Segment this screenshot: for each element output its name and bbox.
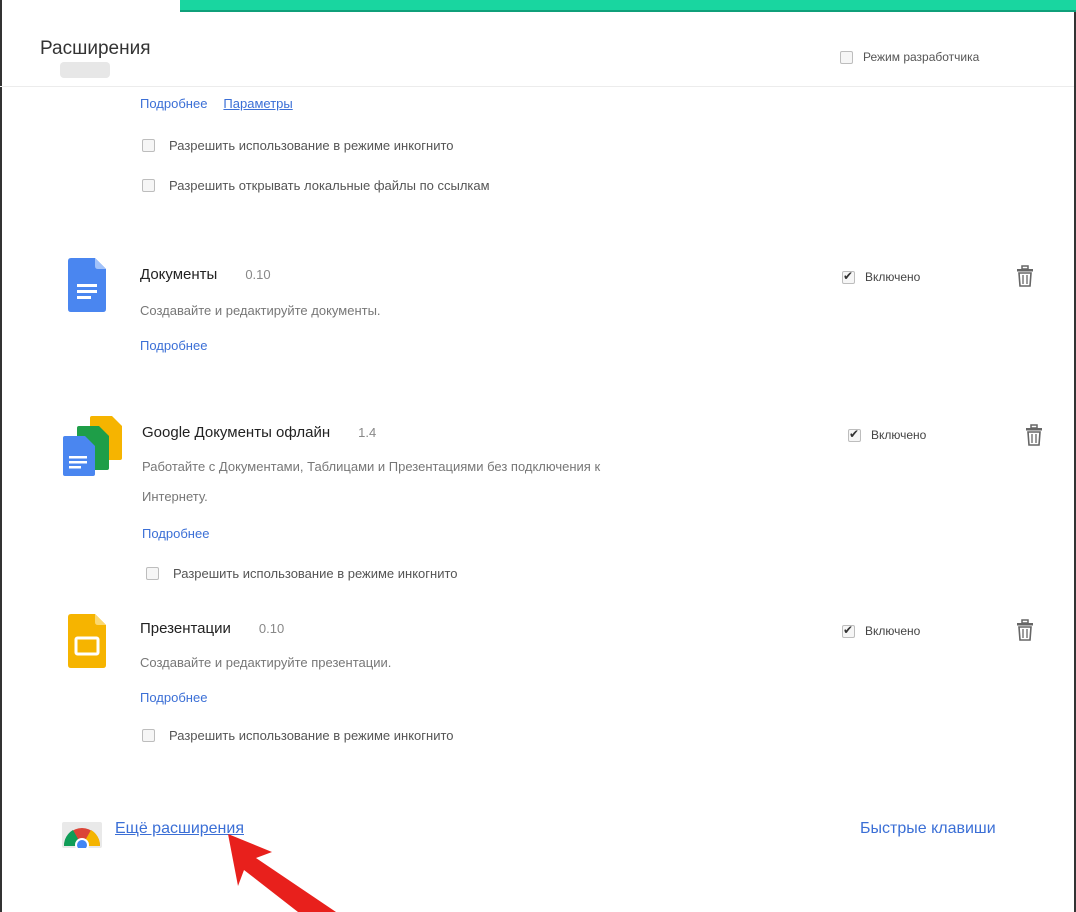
extension-description: Создавайте и редактируйте презентации. <box>140 655 392 670</box>
enabled-label: Включено <box>865 624 921 638</box>
developer-mode-toggle[interactable]: Режим разработчика <box>840 50 979 64</box>
extension-name: Google Документы офлайн <box>142 424 331 441</box>
trash-icon[interactable] <box>1015 265 1035 287</box>
extension-version: 1.4 <box>358 425 377 440</box>
extension-description: Создавайте и редактируйте документы. <box>140 303 381 318</box>
enabled-toggle-docs[interactable]: Включено <box>842 269 921 284</box>
allow-incognito-option[interactable]: Разрешить использование в режиме инкогни… <box>146 566 458 581</box>
extension-header-docs: Документы 0.10 <box>140 266 271 283</box>
extension-icon <box>60 62 110 78</box>
trash-icon[interactable] <box>1024 424 1044 446</box>
description-line: Работайте с Документами, Таблицами и Пре… <box>142 459 601 474</box>
developer-mode-label: Режим разработчика <box>863 50 980 64</box>
enabled-toggle-slides[interactable]: Включено <box>842 623 921 638</box>
developer-mode-checkbox[interactable] <box>840 50 853 64</box>
red-arrow-annotation <box>228 834 336 912</box>
allow-incognito-checkbox[interactable] <box>142 139 155 152</box>
keyboard-shortcuts-link[interactable]: Быстрые клавиши <box>860 820 996 838</box>
extension-header-slides: Презентации 0.10 <box>140 620 284 637</box>
page-title: Расширения <box>40 38 151 59</box>
allow-incognito-option[interactable]: Разрешить использование в режиме инкогни… <box>142 728 454 743</box>
extension-name: Презентации <box>140 620 231 637</box>
enabled-checkbox[interactable] <box>848 427 861 442</box>
allow-local-files-checkbox[interactable] <box>142 179 155 192</box>
enabled-checkbox[interactable] <box>842 269 855 284</box>
slides-icon <box>68 614 106 668</box>
extension-name: Документы <box>140 266 218 283</box>
extension-header-docs-offline: Google Документы офлайн 1.4 <box>142 424 376 441</box>
allow-incognito-checkbox[interactable] <box>146 567 159 580</box>
top-accent-bar <box>180 0 1076 12</box>
extension-description: Работайте с Документами, Таблицами и Пре… <box>142 452 600 512</box>
allow-local-files-label: Разрешить открывать локальные файлы по с… <box>169 178 490 193</box>
allow-incognito-label: Разрешить использование в режиме инкогни… <box>173 566 458 581</box>
trash-icon[interactable] <box>1015 619 1035 641</box>
allow-incognito-option[interactable]: Разрешить использование в режиме инкогни… <box>142 138 454 153</box>
allow-incognito-label: Разрешить использование в режиме инкогни… <box>169 138 454 153</box>
enabled-label: Включено <box>871 428 927 442</box>
top-extension-links: Подробнее Параметры <box>140 96 293 111</box>
details-link[interactable]: Подробнее <box>140 690 207 705</box>
details-link[interactable]: Подробнее <box>140 338 207 353</box>
enabled-checkbox[interactable] <box>842 623 855 638</box>
allow-incognito-label: Разрешить использование в режиме инкогни… <box>169 728 454 743</box>
extension-version: 0.10 <box>258 621 285 636</box>
details-link[interactable]: Подробнее <box>140 96 207 111</box>
chrome-web-store-icon[interactable] <box>62 816 102 848</box>
allow-local-files-option[interactable]: Разрешить открывать локальные файлы по с… <box>142 178 490 193</box>
google-docs-offline-icon <box>63 416 122 476</box>
extension-version: 0.10 <box>245 267 271 282</box>
enabled-toggle-docs-offline[interactable]: Включено <box>848 427 927 442</box>
description-line: Интернету. <box>142 489 208 504</box>
header-divider <box>0 86 1074 87</box>
options-link[interactable]: Параметры <box>223 96 292 111</box>
allow-incognito-checkbox[interactable] <box>142 729 155 742</box>
details-link[interactable]: Подробнее <box>142 526 209 541</box>
docs-icon <box>68 258 106 312</box>
enabled-label: Включено <box>865 270 921 284</box>
